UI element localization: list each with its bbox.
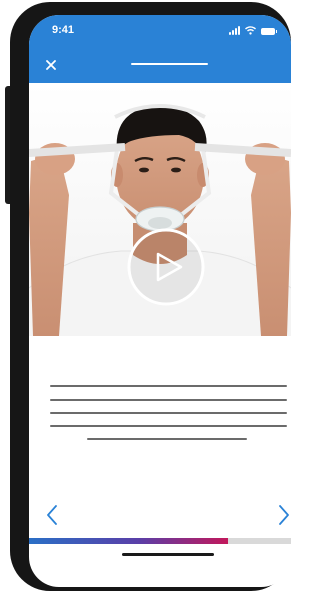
chevron-right-icon [279,505,289,525]
close-button[interactable] [42,56,60,74]
text-line-5 [87,438,247,440]
text-line-2 [50,399,287,401]
previous-button[interactable] [43,503,63,527]
phone-screen: 9:41 [29,15,291,587]
phone-frame: 9:41 [10,2,291,591]
status-time: 9:41 [52,24,75,36]
video-player[interactable] [29,83,291,336]
status-bar: 9:41 [29,15,291,47]
description-placeholder [29,336,291,476]
home-indicator[interactable] [122,553,214,556]
progress-fill [29,538,229,544]
title-placeholder-bar [131,63,208,65]
progress-bar [29,538,291,544]
status-icons [229,25,277,35]
battery-icon [261,28,277,35]
signal-icon [229,26,240,35]
text-line-3 [50,412,287,414]
play-button[interactable] [127,228,205,306]
text-line-4 [50,425,287,427]
wifi-icon [245,26,256,35]
top-nav-bar [29,47,291,83]
text-line-1 [50,385,287,387]
close-icon [46,60,56,70]
chevron-left-icon [47,505,57,525]
next-button[interactable] [273,503,291,527]
